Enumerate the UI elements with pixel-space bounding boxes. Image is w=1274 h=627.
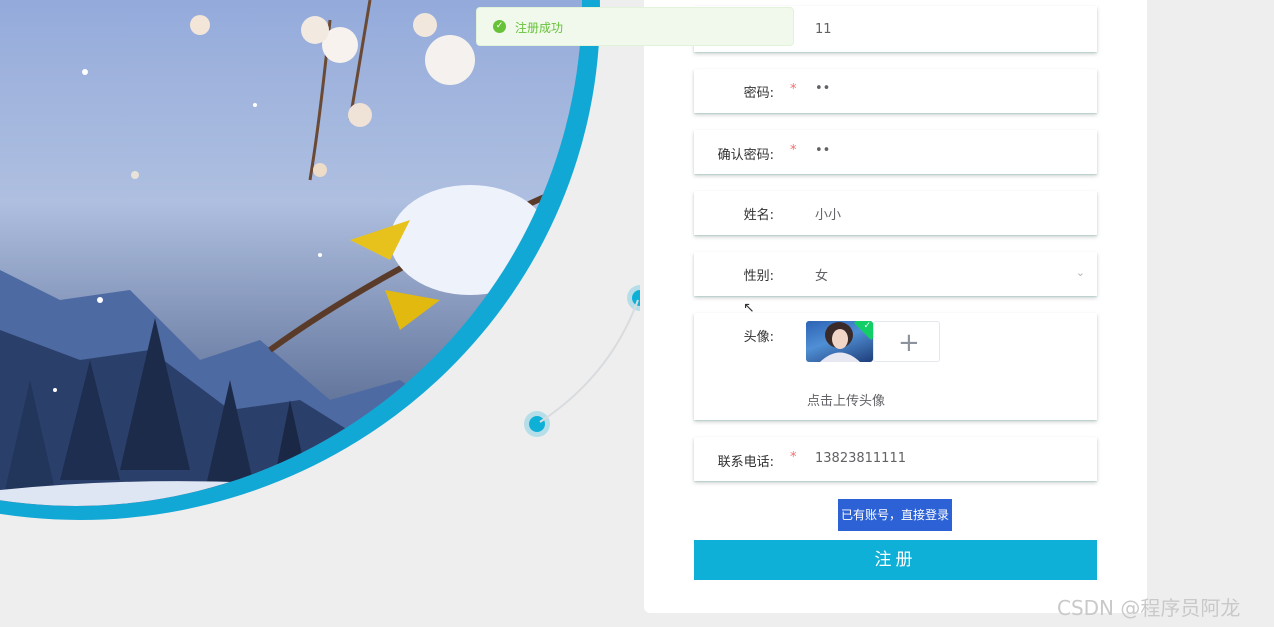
password-row: 密码: * •• xyxy=(694,69,1097,113)
hero-illustration xyxy=(0,0,640,627)
check-circle-icon: ✓ xyxy=(493,20,506,33)
avatar-hint: 点击上传头像 xyxy=(807,394,886,409)
confirm-password-row: 确认密码: * •• xyxy=(694,130,1097,174)
avatar-thumbnail[interactable]: ✓ xyxy=(806,321,873,362)
username-input[interactable]: 11 xyxy=(815,22,832,37)
phone-label: 联系电话: xyxy=(717,455,774,470)
gender-row: 性别: 女 ⌄ xyxy=(694,252,1097,296)
avatar-label: 头像: xyxy=(743,330,774,345)
required-mark: * xyxy=(790,143,797,158)
password-label: 密码: xyxy=(743,86,774,101)
required-mark: * xyxy=(790,450,797,465)
register-button[interactable]: 注册 xyxy=(694,540,1097,580)
watermark: CSDN @程序员阿龙 xyxy=(1057,596,1241,620)
gender-label: 性别: xyxy=(743,269,774,284)
name-input[interactable]: 小小 xyxy=(815,204,841,223)
name-label: 姓名: xyxy=(743,208,774,223)
mouse-cursor-icon: ↖ xyxy=(743,300,755,316)
winter-scene-image xyxy=(0,0,582,506)
required-mark: * xyxy=(790,82,797,97)
phone-input[interactable]: 13823811111 xyxy=(815,451,906,466)
password-input[interactable]: •• xyxy=(815,81,830,96)
phone-row: 联系电话: * 13823811111 xyxy=(694,437,1097,481)
confirm-password-label: 确认密码: xyxy=(717,148,774,163)
avatar-upload-button[interactable]: + xyxy=(873,321,940,362)
chevron-down-icon[interactable]: ⌄ xyxy=(1076,266,1085,279)
success-toast: ✓ 注册成功 xyxy=(476,7,794,46)
gender-select[interactable]: 女 xyxy=(815,265,828,284)
plus-icon: + xyxy=(898,328,920,358)
confirm-password-input[interactable]: •• xyxy=(815,143,830,158)
name-row: 姓名: 小小 xyxy=(694,191,1097,235)
login-link[interactable]: 已有账号，直接登录 xyxy=(838,499,952,531)
toast-message: 注册成功 xyxy=(515,21,564,35)
check-icon: ✓ xyxy=(863,321,871,331)
avatar-row: 头像: ✓ + 点击上传头像 xyxy=(694,313,1097,420)
